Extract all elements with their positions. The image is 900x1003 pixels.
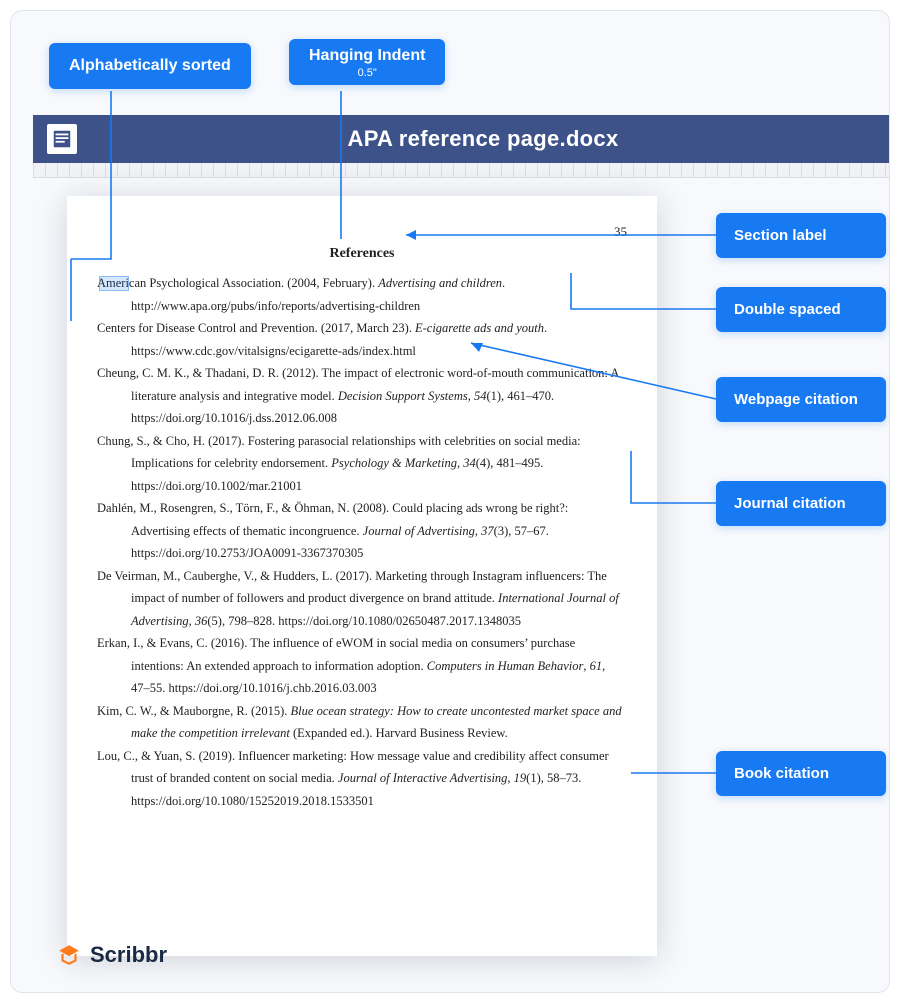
reference-entry: Kim, C. W., & Mauborgne, R. (2015). Blue…	[97, 700, 627, 745]
scribbr-icon	[56, 942, 82, 968]
label-hanging-indent: Hanging Indent 0.5"	[289, 39, 445, 85]
reference-entry: De Veirman, M., Cauberghe, V., & Hudders…	[97, 565, 627, 633]
label-book-citation: Book citation	[716, 751, 886, 796]
label-webpage-citation: Webpage citation	[716, 377, 886, 422]
references-heading: References	[97, 246, 627, 262]
hanging-indent-highlight	[99, 276, 129, 291]
reference-entry: Centers for Disease Control and Preventi…	[97, 317, 627, 362]
page-number: 35	[97, 224, 627, 240]
reference-entry: Erkan, I., & Evans, C. (2016). The influ…	[97, 632, 627, 700]
document-filename: APA reference page.docx	[77, 126, 889, 152]
document-page: 35 References American Psychological Ass…	[67, 196, 657, 956]
scribbr-wordmark: Scribbr	[90, 942, 167, 968]
label-alphabetical: Alphabetically sorted	[49, 43, 251, 89]
reference-entry: Lou, C., & Yuan, S. (2019). Influencer m…	[97, 745, 627, 813]
reference-entry: Cheung, C. M. K., & Thadani, D. R. (2012…	[97, 362, 627, 430]
word-titlebar: APA reference page.docx	[33, 115, 889, 163]
diagram-frame: Alphabetically sorted Hanging Indent 0.5…	[10, 10, 890, 993]
reference-list: American Psychological Association. (200…	[97, 272, 627, 812]
label-hanging-indent-sub: 0.5"	[309, 67, 425, 79]
word-doc-icon	[47, 124, 77, 154]
label-hanging-indent-title: Hanging Indent	[309, 47, 425, 64]
label-journal-citation: Journal citation	[716, 481, 886, 526]
ruler	[33, 163, 889, 178]
reference-entry: Chung, S., & Cho, H. (2017). Fostering p…	[97, 430, 627, 498]
reference-entry: American Psychological Association. (200…	[97, 272, 627, 317]
scribbr-logo: Scribbr	[56, 942, 167, 968]
reference-entry: Dahlén, M., Rosengren, S., Törn, F., & Ö…	[97, 497, 627, 565]
label-double-spaced: Double spaced	[716, 287, 886, 332]
label-section: Section label	[716, 213, 886, 258]
